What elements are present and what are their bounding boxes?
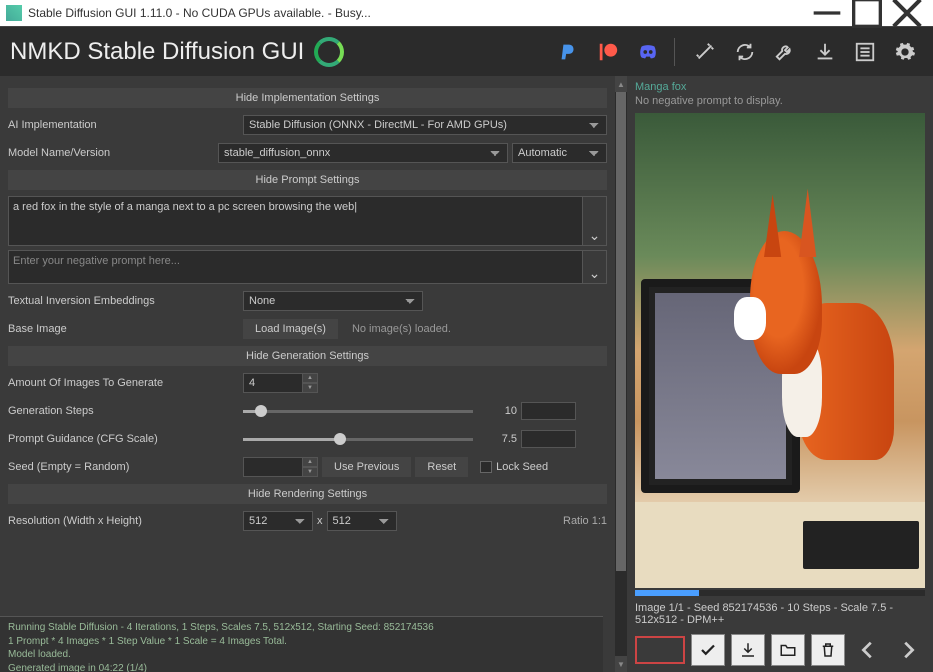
neg-scroll[interactable] xyxy=(583,251,606,263)
list-icon[interactable] xyxy=(847,34,883,70)
ai-impl-label: AI Implementation xyxy=(8,119,243,131)
amount-down[interactable]: ▼ xyxy=(302,383,318,393)
scroll-up-icon[interactable]: ▲ xyxy=(615,76,627,92)
res-width-select[interactable]: 512 xyxy=(243,511,313,531)
refresh-icon[interactable] xyxy=(727,34,763,70)
amount-input[interactable] xyxy=(243,373,303,393)
seed-down[interactable]: ▼ xyxy=(302,467,318,477)
use-previous-button[interactable]: Use Previous xyxy=(322,457,411,477)
prompt-section-toggle[interactable]: Hide Prompt Settings xyxy=(8,170,607,190)
close-button[interactable] xyxy=(887,0,927,26)
amount-up[interactable]: ▲ xyxy=(302,373,318,383)
preview-title: Manga fox xyxy=(635,80,925,94)
res-height-select[interactable]: 512 xyxy=(327,511,397,531)
prompt-input-wrap: a red fox in the style of a manga next t… xyxy=(8,196,607,246)
preview-image[interactable] xyxy=(635,113,925,588)
log-line: Generated image in 04:22 (1/4) xyxy=(8,662,595,672)
amount-label: Amount Of Images To Generate xyxy=(8,377,243,389)
paypal-icon[interactable] xyxy=(550,34,586,70)
preview-negative: No negative prompt to display. xyxy=(635,94,925,108)
prompt-expand-icon[interactable]: ⌄ xyxy=(583,225,606,245)
reset-button[interactable]: Reset xyxy=(415,457,468,477)
steps-label: Generation Steps xyxy=(8,405,243,417)
settings-panel: Hide Implementation Settings AI Implemen… xyxy=(0,76,615,672)
neg-prompt-textarea[interactable] xyxy=(9,251,582,283)
prev-button[interactable] xyxy=(851,634,885,666)
steps-box[interactable] xyxy=(521,402,576,420)
base-image-label: Base Image xyxy=(8,323,243,335)
window-titlebar: Stable Diffusion GUI 1.11.0 - No CUDA GP… xyxy=(0,0,933,26)
res-x-label: x xyxy=(317,515,323,527)
divider xyxy=(674,38,675,66)
preview-panel: Manga fox No negative prompt to display.… xyxy=(627,76,933,672)
log-panel: Running Stable Diffusion - 4 Iterations,… xyxy=(0,616,603,672)
magic-wand-icon[interactable] xyxy=(687,34,723,70)
impl-section-toggle[interactable]: Hide Implementation Settings xyxy=(8,88,607,108)
ai-impl-select[interactable]: Stable Diffusion (ONNX - DirectML - For … xyxy=(243,115,607,135)
neg-prompt-wrap: ⌄ xyxy=(8,250,607,284)
prompt-scroll[interactable] xyxy=(583,197,606,225)
lock-seed-label: Lock Seed xyxy=(496,461,548,473)
cfg-value: 7.5 xyxy=(477,433,517,445)
lock-seed-checkbox[interactable] xyxy=(480,461,492,473)
steps-slider[interactable] xyxy=(243,401,473,421)
window-title: Stable Diffusion GUI 1.11.0 - No CUDA GP… xyxy=(28,6,807,20)
resolution-label: Resolution (Width x Height) xyxy=(8,515,243,527)
neg-expand-icon[interactable]: ⌄ xyxy=(583,263,606,283)
no-images-text: No image(s) loaded. xyxy=(352,323,451,335)
folder-button[interactable] xyxy=(771,634,805,666)
seed-label: Seed (Empty = Random) xyxy=(8,461,243,473)
logo-icon xyxy=(314,37,344,67)
render-section-toggle[interactable]: Hide Rendering Settings xyxy=(8,484,607,504)
minimize-button[interactable] xyxy=(807,0,847,26)
download-icon[interactable] xyxy=(807,34,843,70)
scroll-down-icon[interactable]: ▼ xyxy=(615,656,627,672)
model-select[interactable]: stable_diffusion_onnx xyxy=(218,143,508,163)
cfg-label: Prompt Guidance (CFG Scale) xyxy=(8,433,243,445)
seed-input[interactable] xyxy=(243,457,303,477)
ratio-label: Ratio 1:1 xyxy=(563,515,607,527)
app-title: NMKD Stable Diffusion GUI xyxy=(10,38,304,66)
model-auto-select[interactable]: Automatic xyxy=(512,143,607,163)
app-icon xyxy=(6,5,22,21)
status-indicator xyxy=(635,636,685,664)
load-images-button[interactable]: Load Image(s) xyxy=(243,319,338,339)
settings-icon[interactable] xyxy=(887,34,923,70)
discord-icon[interactable] xyxy=(630,34,666,70)
patreon-icon[interactable] xyxy=(590,34,626,70)
next-button[interactable] xyxy=(891,634,925,666)
steps-value: 10 xyxy=(477,405,517,417)
maximize-button[interactable] xyxy=(847,0,887,26)
wrench-icon[interactable] xyxy=(767,34,803,70)
app-header: NMKD Stable Diffusion GUI xyxy=(0,26,933,76)
cfg-slider[interactable] xyxy=(243,429,473,449)
prompt-textarea[interactable]: a red fox in the style of a manga next t… xyxy=(9,197,582,245)
left-scrollbar[interactable]: ▲ ▼ xyxy=(615,76,627,672)
log-line: 1 Prompt * 4 Images * 1 Step Value * 1 S… xyxy=(8,635,595,649)
model-label: Model Name/Version xyxy=(8,147,218,159)
gen-section-toggle[interactable]: Hide Generation Settings xyxy=(8,346,607,366)
delete-button[interactable] xyxy=(811,634,845,666)
log-line: Running Stable Diffusion - 4 Iterations,… xyxy=(8,621,595,635)
image-info: Image 1/1 - Seed 852174536 - 10 Steps - … xyxy=(627,600,933,628)
seed-up[interactable]: ▲ xyxy=(302,457,318,467)
progress-bar xyxy=(635,590,925,596)
textual-inv-label: Textual Inversion Embeddings xyxy=(8,295,243,307)
confirm-button[interactable] xyxy=(691,634,725,666)
textual-inv-select[interactable]: None xyxy=(243,291,423,311)
save-button[interactable] xyxy=(731,634,765,666)
cfg-box[interactable] xyxy=(521,430,576,448)
log-line: Model loaded. xyxy=(8,648,595,662)
